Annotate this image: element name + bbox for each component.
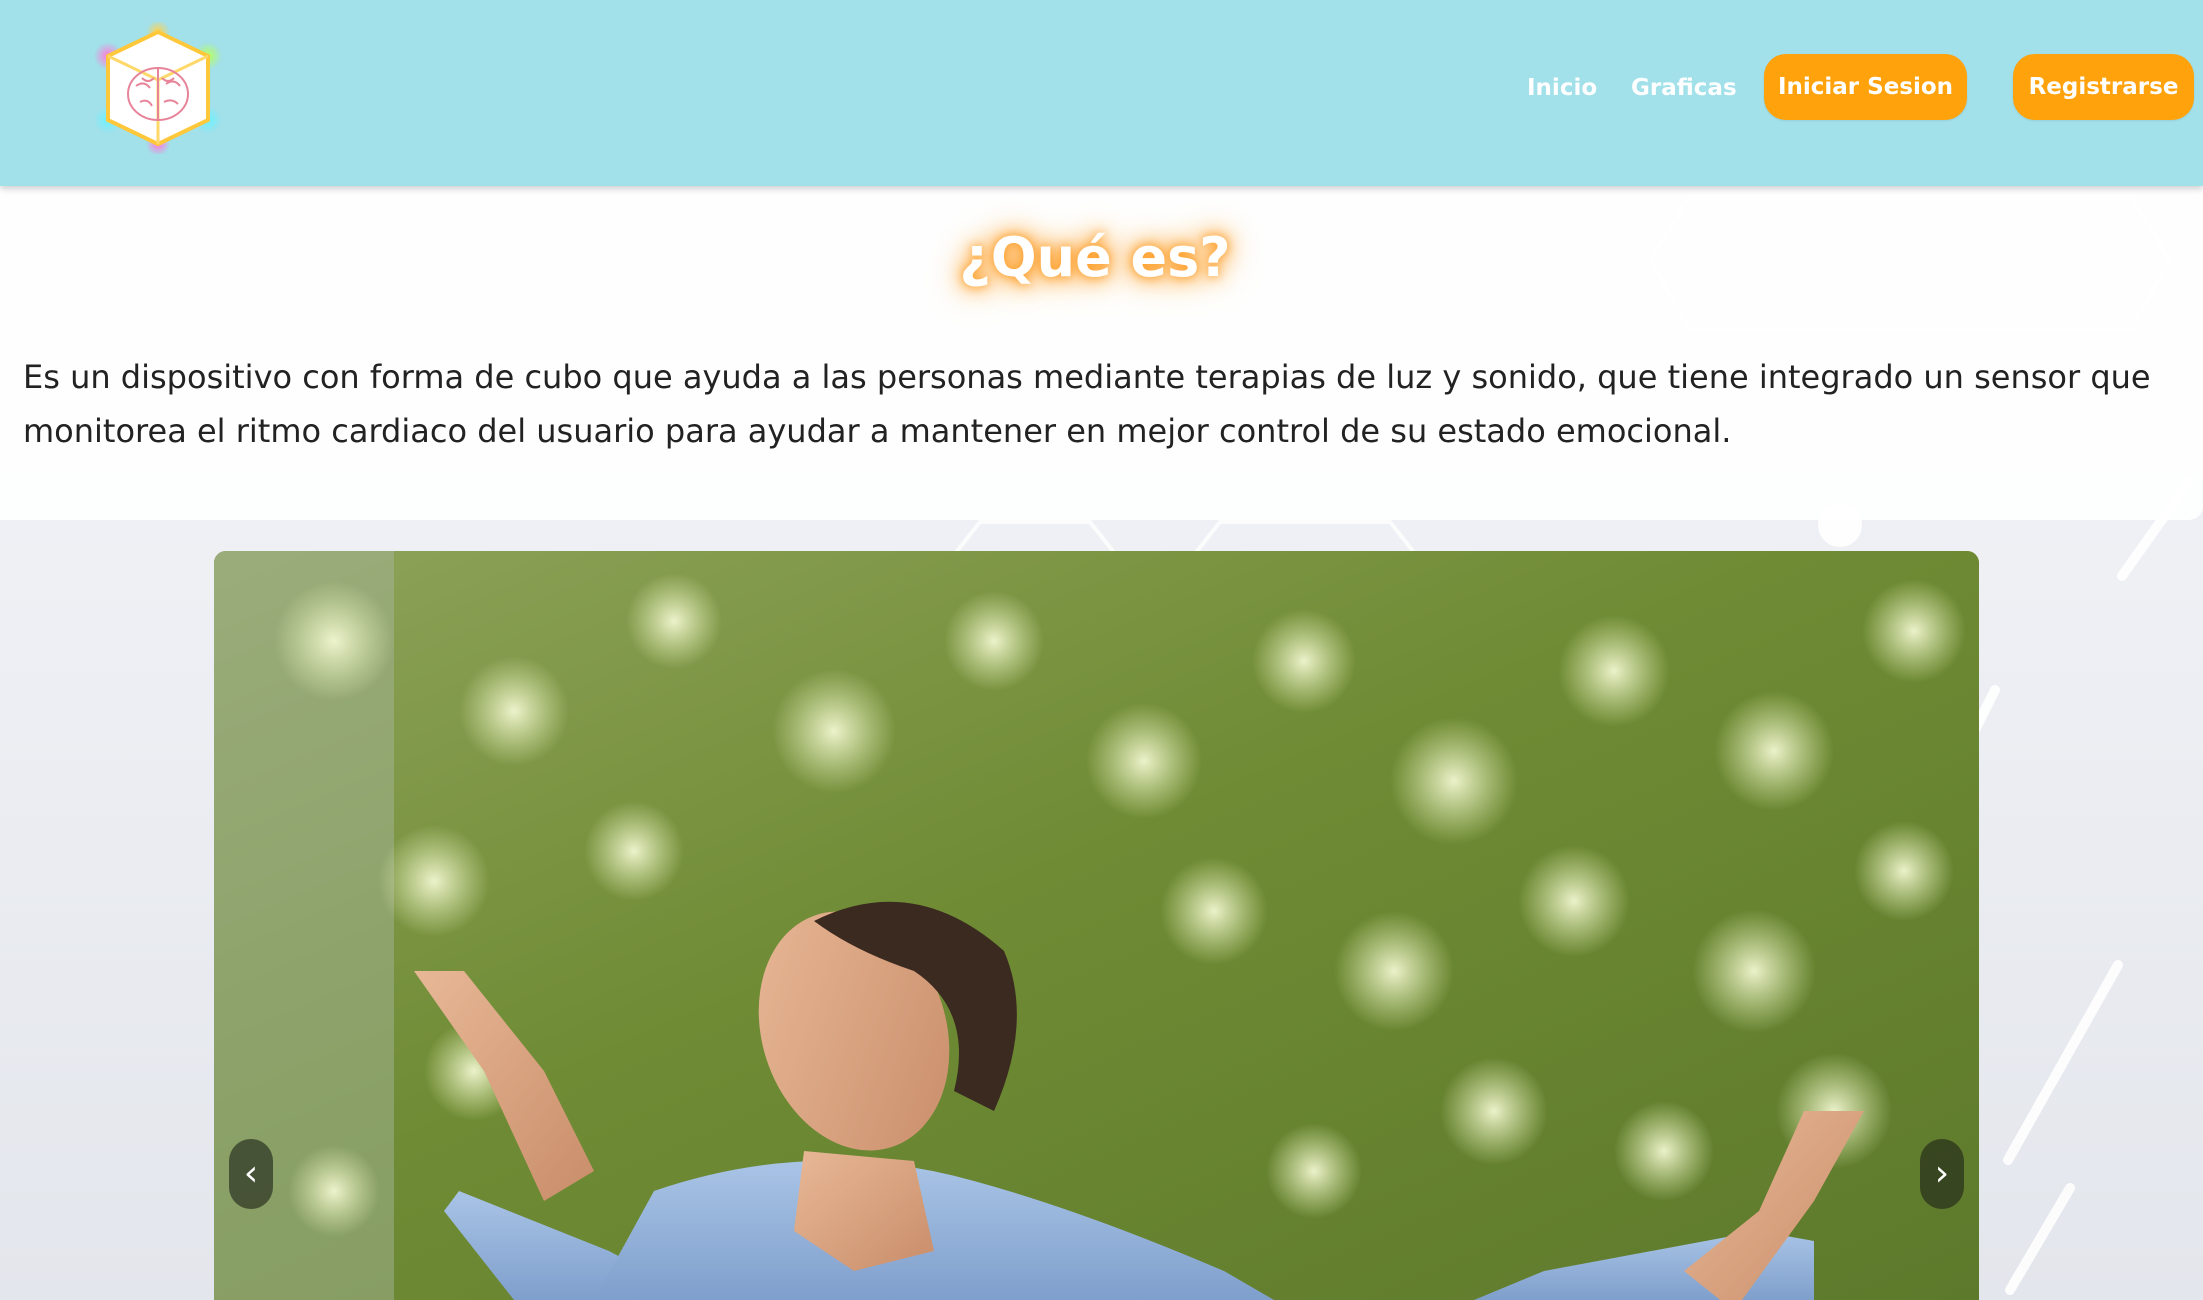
register-button[interactable]: Registrarse (2013, 54, 2194, 120)
navbar: Inicio Graficas Iniciar Sesion Registrar… (0, 0, 2203, 186)
login-button[interactable]: Iniciar Sesion (1764, 54, 1967, 120)
carousel-next-button[interactable]: › (1920, 1139, 1964, 1209)
image-carousel: ‹ › (214, 551, 1979, 1300)
carousel-slide-image (214, 551, 1979, 1300)
about-description: Es un dispositivo con forma de cubo que … (23, 358, 2151, 450)
about-title: ¿Qué es? (959, 226, 1231, 289)
about-section: ¿Qué es? Es un dispositivo con forma de … (0, 186, 2203, 520)
brain-cube-logo-icon[interactable] (92, 22, 224, 154)
nav-link-inicio[interactable]: Inicio (1527, 68, 1597, 108)
carousel-prev-button[interactable]: ‹ (229, 1139, 273, 1209)
nav-link-graficas[interactable]: Graficas (1631, 68, 1737, 108)
